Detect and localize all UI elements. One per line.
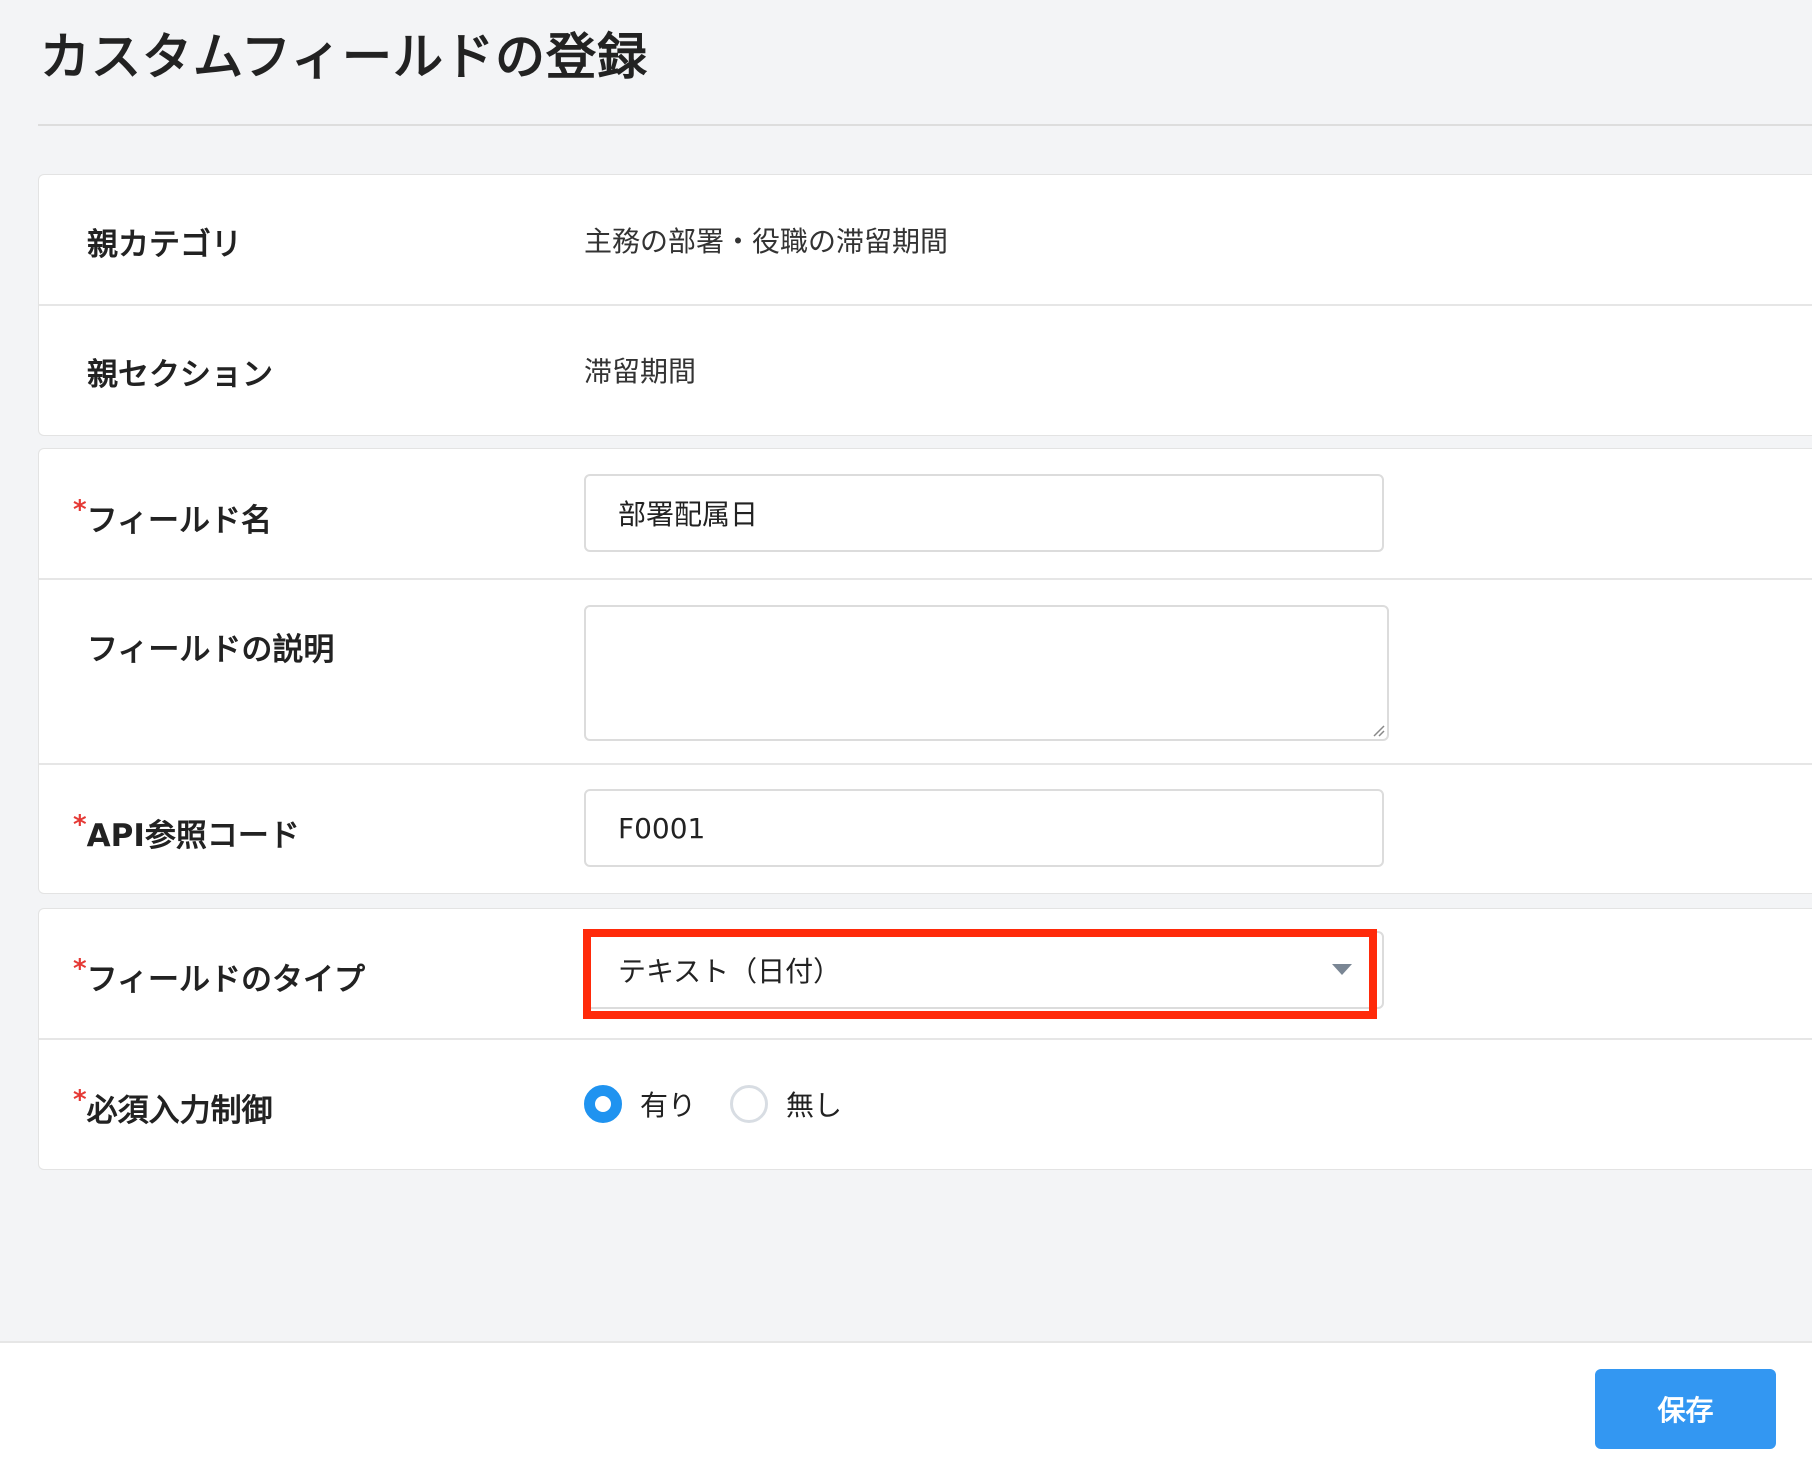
parent-section-row: 親セクション 滞留期間 xyxy=(39,306,1812,435)
field-type-select[interactable]: テキスト（日付） xyxy=(583,929,1384,1019)
api-code-input[interactable] xyxy=(584,789,1384,867)
field-description-textarea[interactable] xyxy=(584,605,1389,741)
parent-category-value: 主務の部署・役職の滞留期間 xyxy=(584,225,949,258)
required-radio-group: 有り 無し xyxy=(584,1084,876,1124)
resize-handle-icon[interactable] xyxy=(1371,723,1385,737)
field-name-label: *フィールド名 xyxy=(73,495,272,540)
required-mark: * xyxy=(73,1085,87,1115)
page-title: カスタムフィールドの登録 xyxy=(40,28,648,86)
radio-required-no[interactable]: 無し xyxy=(730,1084,842,1124)
field-description-label: フィールドの説明 xyxy=(87,632,335,668)
footer-bar: 保存 xyxy=(0,1341,1812,1470)
radio-unselected-icon[interactable] xyxy=(730,1085,769,1123)
parent-category-label: 親カテゴリ xyxy=(87,227,242,263)
required-control-label-text: 必須入力制御 xyxy=(86,1093,273,1129)
radio-required-yes[interactable]: 有り xyxy=(584,1084,696,1124)
required-mark: * xyxy=(73,954,87,984)
parent-section-label: 親セクション xyxy=(87,357,273,393)
required-mark: * xyxy=(73,810,87,840)
parent-section-value: 滞留期間 xyxy=(584,355,697,388)
api-code-label: *API参照コード xyxy=(73,810,300,855)
field-setting-card: *フィールドのタイプ テキスト（日付） *必須入力制御 有り 無し xyxy=(38,908,1812,1170)
field-name-row: *フィールド名 xyxy=(39,449,1812,578)
save-button[interactable]: 保存 xyxy=(1595,1369,1776,1449)
api-code-row: *API参照コード xyxy=(39,765,1812,894)
field-basic-card: *フィールド名 フィールドの説明 *API参照コード xyxy=(38,448,1812,894)
field-name-label-text: フィールド名 xyxy=(86,503,272,539)
field-type-label: *フィールドのタイプ xyxy=(73,954,365,999)
radio-no-label: 無し xyxy=(786,1089,843,1122)
field-type-label-text: フィールドのタイプ xyxy=(86,962,365,998)
parent-info-card: 親カテゴリ 主務の部署・役職の滞留期間 親セクション 滞留期間 xyxy=(38,174,1812,436)
field-description-row: フィールドの説明 xyxy=(39,580,1812,763)
title-divider xyxy=(38,124,1812,126)
api-code-label-text: API参照コード xyxy=(86,818,300,854)
radio-selected-icon[interactable] xyxy=(584,1085,622,1123)
required-control-label: *必須入力制御 xyxy=(73,1085,273,1130)
radio-yes-label: 有り xyxy=(640,1089,697,1122)
field-name-input[interactable] xyxy=(584,474,1384,552)
field-type-row: *フィールドのタイプ テキスト（日付） xyxy=(39,909,1812,1038)
required-control-row: *必須入力制御 有り 無し xyxy=(39,1040,1812,1169)
field-type-selected-value: テキスト（日付） xyxy=(618,955,842,988)
field-description-wrap xyxy=(584,605,1389,741)
required-mark: * xyxy=(73,495,87,525)
parent-category-row: 親カテゴリ 主務の部署・役職の滞留期間 xyxy=(39,175,1812,304)
chevron-down-icon xyxy=(1332,964,1352,975)
